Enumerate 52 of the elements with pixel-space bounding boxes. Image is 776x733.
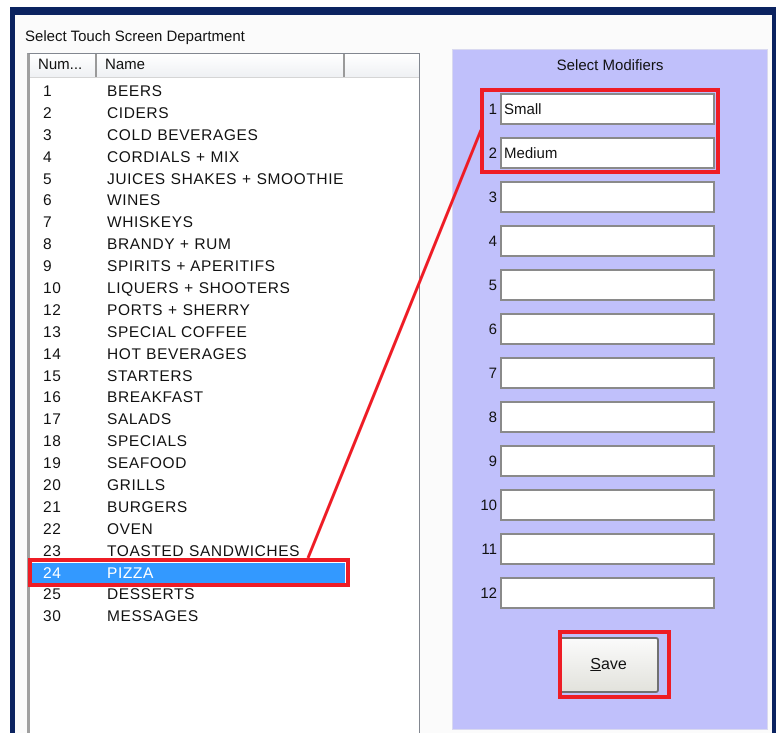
list-row[interactable]: 13 SPECIAL COFFEE xyxy=(30,322,345,344)
input-field[interactable] xyxy=(500,445,715,477)
list-row[interactable]: 5 JUICES SHAKES + SMOOTHIE xyxy=(30,168,345,190)
list-row[interactable]: 25 DESSERTS xyxy=(30,584,345,606)
field-label: 10 xyxy=(479,496,497,514)
list-row[interactable]: 1 BEERS xyxy=(30,81,345,103)
list-row[interactable]: 19 SEAFOOD xyxy=(30,453,345,476)
input-field[interactable] xyxy=(500,225,715,257)
list-row[interactable]: 22 OVEN xyxy=(30,518,345,541)
input-field[interactable] xyxy=(500,357,715,389)
list-row[interactable]: 10 LIQUERS + SHOOTERS xyxy=(30,278,345,300)
input-field[interactable] xyxy=(500,533,715,565)
column-header[interactable]: Num... xyxy=(30,54,97,77)
list-row[interactable]: 18 SPECIALS xyxy=(30,431,345,454)
field-label: 7 xyxy=(488,364,497,382)
list-row[interactable]: 30 MESSAGES xyxy=(30,606,345,628)
field-label: 8 xyxy=(488,408,497,426)
list-row[interactable]: 15 STARTERS xyxy=(30,366,345,388)
field-label: 5 xyxy=(488,276,497,294)
list-row[interactable]: 6 WINES xyxy=(30,190,345,212)
section-label: Select Touch Screen Department xyxy=(25,28,246,47)
list-row[interactable]: 2 CIDERS xyxy=(30,102,345,125)
list-row[interactable]: 4 CORDIALS + MIX xyxy=(30,146,345,169)
input-field[interactable] xyxy=(500,401,715,433)
input-field[interactable]: Medium xyxy=(500,137,715,169)
list-row[interactable]: 12 PORTS + SHERRY xyxy=(30,300,345,322)
panel-title: Select Modifiers xyxy=(556,57,664,76)
list-row[interactable]: 17 SALADS xyxy=(30,409,345,432)
input-field[interactable] xyxy=(500,313,715,345)
input-field[interactable] xyxy=(500,577,715,609)
field-label: 4 xyxy=(488,232,497,250)
input-field[interactable] xyxy=(500,181,715,213)
list-row[interactable]: 9 SPIRITS + APERITIFS xyxy=(30,256,345,278)
field-label: 11 xyxy=(480,540,497,558)
list-row[interactable]: 21 BURGERS xyxy=(30,496,345,519)
field-label: 3 xyxy=(488,188,497,206)
list-row[interactable]: 16 BREAKFAST xyxy=(30,387,345,410)
field-label: 12 xyxy=(479,584,497,602)
input-field[interactable]: Small xyxy=(500,93,715,125)
field-label: 9 xyxy=(488,452,497,470)
field-label: 2 xyxy=(488,144,497,162)
input-field[interactable] xyxy=(500,489,715,521)
list-row[interactable]: 14 HOT BEVERAGES xyxy=(30,344,345,366)
list-row[interactable]: 20 GRILLS xyxy=(30,475,345,497)
input-field[interactable] xyxy=(500,269,715,301)
list-row[interactable]: 23 TOASTED SANDWICHES xyxy=(30,540,345,563)
list-row[interactable]: 8 BRANDY + RUM xyxy=(30,234,345,256)
list-row[interactable]: 3 COLD BEVERAGES xyxy=(30,124,345,147)
field-label: 6 xyxy=(488,320,497,338)
column-header[interactable]: Name xyxy=(97,54,345,77)
field-label: 1 xyxy=(488,100,497,118)
list-row[interactable]: 7 WHISKEYS xyxy=(30,212,345,234)
